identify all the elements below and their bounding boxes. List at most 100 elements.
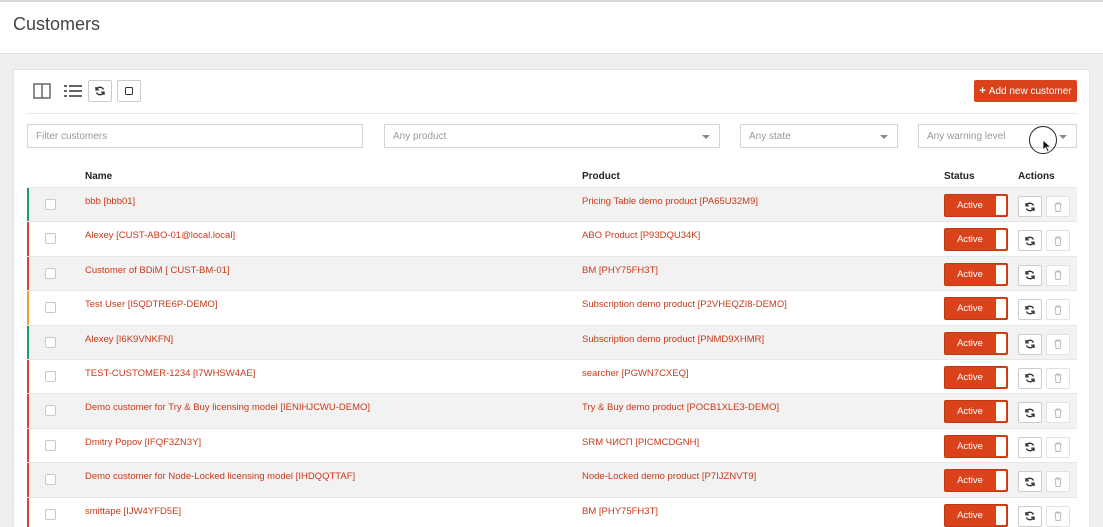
customer-name-link[interactable]: Alexey [I6K9VNKFN]	[85, 334, 173, 345]
status-label: Active	[957, 406, 983, 418]
product-link[interactable]: Node-Locked demo product [P7IJZNVT9]	[582, 471, 756, 482]
warning-level-select-value: Any warning level	[927, 130, 1006, 142]
delete-customer-button[interactable]	[1046, 505, 1070, 527]
refresh-customer-button[interactable]	[1018, 230, 1042, 252]
product-link[interactable]: Subscription demo product [PNMD9XHMR]	[582, 334, 764, 345]
delete-customer-button[interactable]	[1046, 436, 1070, 458]
row-checkbox[interactable]	[45, 474, 56, 486]
row-checkbox[interactable]	[45, 508, 56, 520]
delete-customer-button[interactable]	[1046, 402, 1070, 424]
product-select[interactable]: Any product	[384, 124, 720, 148]
product-link[interactable]: Subscription demo product [P2VHEQZI8-DEM…	[582, 299, 787, 310]
product-link[interactable]: Try & Buy demo product [POCB1XLE3-DEMO]	[582, 402, 779, 413]
refresh-customer-button[interactable]	[1018, 367, 1042, 389]
status-label: Active	[957, 371, 983, 383]
refresh-customer-button[interactable]	[1018, 196, 1042, 217]
table-row[interactable]: Demo customer for Try & Buy licensing mo…	[27, 393, 1077, 428]
customer-name-link[interactable]: Demo customer for Try & Buy licensing mo…	[85, 402, 370, 413]
product-link[interactable]: SRM ЧИСП [PICMCDGNH]	[582, 437, 699, 448]
refresh-button[interactable]	[88, 80, 112, 102]
customer-name-link[interactable]: smittape [IJW4YFD5E]	[85, 506, 181, 517]
plus-icon: +	[979, 85, 986, 97]
warning-indicator	[27, 325, 29, 359]
chevron-down-icon	[702, 135, 710, 139]
column-header-status[interactable]: Status	[944, 171, 975, 182]
delete-customer-button[interactable]	[1046, 299, 1070, 321]
warning-indicator	[27, 497, 29, 527]
status-toggle[interactable]: Active	[944, 228, 1008, 252]
customer-name-link[interactable]: Alexey [CUST-ABO-01@local.local]	[85, 230, 235, 241]
column-header-product[interactable]: Product	[582, 171, 620, 182]
table-row[interactable]: bbb [bbb01] Pricing Table demo product [P…	[27, 187, 1077, 222]
table-row[interactable]: Alexey [CUST-ABO-01@local.local] ABO Prod…	[27, 221, 1077, 256]
status-toggle[interactable]: Active	[944, 194, 1008, 217]
refresh-customer-button[interactable]	[1018, 299, 1042, 321]
delete-customer-button[interactable]	[1046, 196, 1070, 217]
select-all-button[interactable]	[117, 80, 141, 102]
trash-icon	[1054, 305, 1062, 315]
product-link[interactable]: ABO Product [P93DQU34K]	[582, 230, 700, 241]
warning-indicator	[27, 463, 29, 497]
refresh-icon	[1025, 374, 1035, 383]
trash-icon	[1054, 339, 1062, 350]
status-toggle[interactable]: Active	[944, 469, 1008, 493]
row-checkbox[interactable]	[45, 302, 56, 314]
customer-name-link[interactable]: Dmitry Popov [IFQF3ZN3Y]	[85, 437, 201, 448]
refresh-customer-button[interactable]	[1018, 402, 1042, 424]
warning-indicator	[27, 359, 29, 394]
chevron-down-icon	[880, 135, 888, 139]
state-select[interactable]: Any state	[740, 124, 898, 148]
add-new-customer-button[interactable]: + Add new customer	[974, 80, 1077, 102]
refresh-customer-button[interactable]	[1018, 505, 1042, 527]
status-toggle[interactable]: Active	[944, 400, 1008, 424]
refresh-customer-button[interactable]	[1018, 333, 1042, 355]
column-header-name[interactable]: Name	[85, 171, 112, 182]
list-view-icon[interactable]	[62, 80, 84, 102]
refresh-customer-button[interactable]	[1018, 264, 1042, 286]
row-checkbox[interactable]	[45, 199, 56, 210]
table-row[interactable]: Demo customer for Node-Locked licensing …	[27, 462, 1077, 497]
product-link[interactable]: Pricing Table demo product [PA65U32M9]	[582, 196, 758, 207]
row-checkbox[interactable]	[45, 370, 56, 382]
refresh-icon	[1025, 339, 1035, 349]
table-row[interactable]: smittape [IJW4YFD5E] BM [PHY75FH3T] Active	[27, 496, 1077, 527]
customer-name-link[interactable]: TEST-CUSTOMER-1234 [I7WHSW4AE]	[85, 368, 255, 379]
row-checkbox[interactable]	[45, 336, 56, 348]
status-toggle[interactable]: Active	[944, 365, 1008, 389]
delete-customer-button[interactable]	[1046, 230, 1070, 252]
customer-name-link[interactable]: Test User [I5QDTRE6P-DEMO]	[85, 299, 218, 310]
row-checkbox[interactable]	[45, 267, 56, 279]
filter-customers-field[interactable]	[27, 124, 363, 148]
row-checkbox[interactable]	[45, 233, 56, 245]
customers-table-body: bbb [bbb01] Pricing Table demo product [P…	[27, 187, 1077, 527]
table-row[interactable]: Dmitry Popov [IFQF3ZN3Y] SRM ЧИСП [PICMCD…	[27, 427, 1077, 463]
delete-customer-button[interactable]	[1046, 471, 1070, 493]
customer-name-link[interactable]: Demo customer for Node-Locked licensing …	[85, 471, 355, 482]
product-link[interactable]: BM [PHY75FH3T]	[582, 506, 658, 517]
status-toggle[interactable]: Active	[944, 503, 1008, 527]
status-toggle[interactable]: Active	[944, 262, 1008, 286]
filter-customers-input[interactable]	[36, 130, 362, 142]
status-toggle[interactable]: Active	[944, 434, 1008, 458]
delete-customer-button[interactable]	[1046, 367, 1070, 389]
product-link[interactable]: searcher [PGWN7CXEQ]	[582, 368, 689, 379]
toolbar-divider	[27, 113, 1077, 114]
customer-name-link[interactable]: bbb [bbb01]	[85, 196, 135, 207]
refresh-customer-button[interactable]	[1018, 471, 1042, 493]
split-view-icon[interactable]	[32, 80, 52, 102]
customer-name-link[interactable]: Customer of BDiM [ CUST-BM-01]	[85, 265, 230, 276]
table-row[interactable]: Alexey [I6K9VNKFN] Subscription demo prod…	[27, 324, 1077, 359]
refresh-icon	[1025, 305, 1035, 315]
table-row[interactable]: Customer of BDiM [ CUST-BM-01] BM [PHY75F…	[27, 255, 1077, 291]
table-row[interactable]: TEST-CUSTOMER-1234 [I7WHSW4AE] searcher […	[27, 358, 1077, 394]
status-label: Active	[957, 268, 983, 280]
delete-customer-button[interactable]	[1046, 264, 1070, 286]
product-link[interactable]: BM [PHY75FH3T]	[582, 265, 658, 276]
refresh-customer-button[interactable]	[1018, 436, 1042, 458]
status-toggle[interactable]: Active	[944, 297, 1008, 321]
row-checkbox[interactable]	[45, 405, 56, 417]
row-checkbox[interactable]	[45, 439, 56, 451]
status-toggle[interactable]: Active	[944, 331, 1008, 355]
table-row[interactable]: Test User [I5QDTRE6P-DEMO] Subscription d…	[27, 290, 1077, 325]
delete-customer-button[interactable]	[1046, 333, 1070, 355]
